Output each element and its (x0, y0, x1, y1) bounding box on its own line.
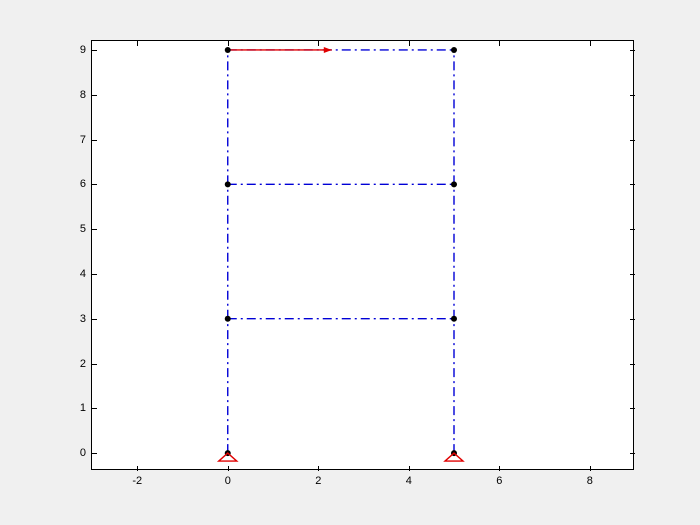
figure-window: 0 1 2 3 4 5 6 7 8 9 -2 0 2 4 6 8 (0, 0, 700, 525)
frame-node (451, 47, 457, 53)
x-tick-label: 8 (587, 469, 593, 487)
x-tick-label: 6 (496, 469, 502, 487)
y-tick-label: 2 (80, 358, 92, 370)
y-tick-label: 9 (80, 44, 92, 56)
frame-node (225, 181, 231, 187)
y-tick-label: 8 (80, 89, 92, 101)
y-tick-label: 0 (80, 447, 92, 459)
x-tick-label: 4 (406, 469, 412, 487)
plot-canvas (92, 41, 635, 471)
plot-axes: 0123456789-202468 (91, 40, 634, 470)
y-tick-label: 4 (80, 268, 92, 280)
y-tick-label: 7 (80, 134, 92, 146)
frame-node (451, 316, 457, 322)
load-arrow-icon (324, 47, 332, 53)
x-tick-label: -2 (132, 469, 142, 487)
frame-node (225, 47, 231, 53)
y-tick-label: 3 (80, 313, 92, 325)
x-tick-label: 0 (225, 469, 231, 487)
y-tick-label: 1 (80, 402, 92, 414)
frame-node (451, 181, 457, 187)
y-tick-label: 6 (80, 178, 92, 190)
x-tick-label: 2 (315, 469, 321, 487)
y-tick-label: 5 (80, 223, 92, 235)
frame-node (225, 316, 231, 322)
